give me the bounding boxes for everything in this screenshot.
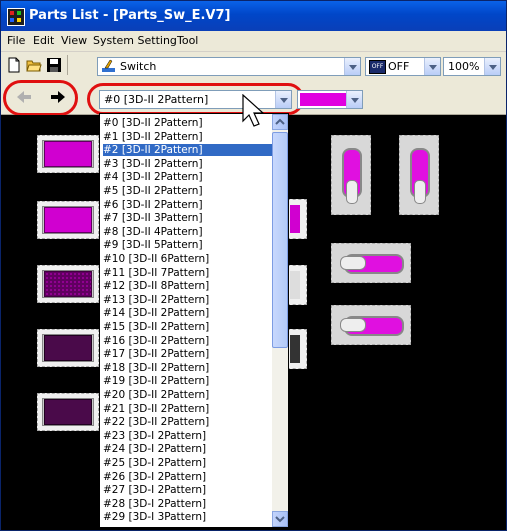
switch-part[interactable]	[37, 265, 99, 303]
new-file-icon[interactable]	[6, 57, 22, 73]
part-type-value: Switch	[120, 60, 157, 73]
pattern-list-item[interactable]: #25 [3D-I 2Pattern]	[103, 457, 273, 469]
switch-part[interactable]	[287, 329, 307, 369]
state-value: OFF	[388, 60, 410, 73]
scroll-thumb[interactable]	[272, 132, 288, 348]
nav-arrows-highlight	[3, 80, 78, 116]
pattern-list-item[interactable]: #13 [3D-II 2Pattern]	[103, 294, 273, 306]
toggle-part[interactable]	[331, 243, 411, 283]
pattern-list-item[interactable]: #19 [3D-II 2Pattern]	[103, 375, 273, 387]
color-dropdown-button[interactable]	[346, 91, 362, 108]
chevron-up-icon	[275, 118, 285, 125]
pattern-list-item[interactable]: #15 [3D-II 2Pattern]	[103, 321, 273, 333]
toggle-part[interactable]	[399, 135, 439, 215]
part-type-dropdown-button[interactable]	[344, 58, 360, 75]
pattern-list-item[interactable]: #4 [3D-II 2Pattern]	[103, 171, 273, 183]
switch-part[interactable]	[37, 135, 99, 173]
pattern-list-item[interactable]: #27 [3D-I 2Pattern]	[103, 484, 273, 496]
menu-tool[interactable]: Tool	[177, 34, 198, 47]
pattern-dropdown-list[interactable]: #0 [3D-II 2Pattern] #1 [3D-II 2Pattern] #2…	[99, 113, 289, 528]
toolbar-main: Switch OFF OFF 100%	[1, 52, 506, 79]
vertical-scrollbar[interactable]	[272, 114, 288, 527]
title-bar[interactable]: Parts List - [Parts_Sw_E.V7]	[1, 1, 506, 31]
pattern-list-item[interactable]: #26 [3D-I 2Pattern]	[103, 471, 273, 483]
state-combo[interactable]: OFF OFF	[365, 57, 441, 76]
pattern-list-item[interactable]: #3 [3D-II 2Pattern]	[103, 158, 273, 170]
pattern-list-item[interactable]: #23 [3D-I 2Pattern]	[103, 430, 273, 442]
pattern-list-item[interactable]: #5 [3D-II 2Pattern]	[103, 185, 273, 197]
scroll-down-button[interactable]	[272, 511, 288, 527]
pattern-combo-highlight	[87, 83, 304, 115]
switch-part[interactable]	[287, 265, 307, 305]
zoom-value: 100%	[448, 60, 480, 73]
menu-system-setting[interactable]: System Setting	[93, 34, 177, 47]
app-icon	[7, 8, 25, 26]
state-dropdown-button[interactable]	[424, 58, 440, 75]
color-combo[interactable]	[297, 90, 363, 109]
pattern-list-item[interactable]: #6 [3D-II 2Pattern]	[103, 199, 273, 211]
parts-list-window: Parts List - [Parts_Sw_E.V7] File Edit V…	[0, 0, 507, 531]
pattern-list-item[interactable]: #29 [3D-I 3Pattern]	[103, 511, 273, 523]
off-state-icon: OFF	[369, 60, 386, 74]
pattern-list-item[interactable]: #12 [3D-II 8Pattern]	[103, 280, 273, 292]
mouse-cursor-icon	[242, 94, 265, 127]
pattern-list-item[interactable]: #20 [3D-II 2Pattern]	[103, 389, 273, 401]
pattern-list-item[interactable]: #1 [3D-II 2Pattern]	[103, 131, 273, 143]
pattern-list-item[interactable]: #7 [3D-II 3Pattern]	[103, 212, 273, 224]
pattern-list-item[interactable]: #11 [3D-II 7Pattern]	[103, 267, 273, 279]
switch-part[interactable]	[287, 199, 307, 239]
zoom-dropdown-button[interactable]	[484, 58, 500, 75]
menu-view[interactable]: View	[61, 34, 87, 47]
pattern-list-item[interactable]: #17 [3D-II 2Pattern]	[103, 348, 273, 360]
pattern-list-item[interactable]: #24 [3D-I 2Pattern]	[103, 443, 273, 455]
save-icon[interactable]	[46, 57, 62, 73]
zoom-combo[interactable]: 100%	[443, 57, 501, 76]
menu-file[interactable]: File	[7, 34, 25, 47]
window-title: Parts List - [Parts_Sw_E.V7]	[29, 8, 231, 23]
pattern-list-item[interactable]: #21 [3D-II 2Pattern]	[103, 403, 273, 415]
toolbar-pattern: #0 [3D-II 2Pattern]	[1, 80, 506, 127]
menu-bar: File Edit View System Setting Tool	[1, 31, 506, 52]
pattern-list-item[interactable]: #18 [3D-II 2Pattern]	[103, 362, 273, 374]
chevron-down-icon	[275, 516, 285, 523]
pattern-list-item[interactable]: #10 [3D-II 6Pattern]	[103, 253, 273, 265]
color-swatch	[300, 93, 346, 106]
toolbar-separator	[67, 55, 68, 75]
scroll-up-button[interactable]	[272, 114, 288, 130]
menu-edit[interactable]: Edit	[33, 34, 54, 47]
pattern-list-item[interactable]: #16 [3D-II 2Pattern]	[103, 335, 273, 347]
pattern-list-item[interactable]: #9 [3D-II 5Pattern]	[103, 239, 273, 251]
toggle-part[interactable]	[331, 305, 411, 345]
switch-part[interactable]	[37, 393, 99, 431]
pattern-list-item[interactable]: #2 [3D-II 2Pattern]	[103, 144, 273, 157]
pattern-list-item[interactable]: #8 [3D-II 4Pattern]	[103, 226, 273, 238]
switch-part[interactable]	[37, 201, 99, 239]
open-folder-icon[interactable]	[26, 57, 42, 73]
switch-icon	[102, 59, 115, 72]
part-type-combo[interactable]: Switch	[97, 57, 361, 76]
toggle-part[interactable]	[331, 135, 371, 215]
switch-part[interactable]	[37, 329, 99, 367]
pattern-list-item[interactable]: #22 [3D-II 2Pattern]	[103, 416, 273, 428]
pattern-list-item[interactable]: #28 [3D-I 2Pattern]	[103, 498, 273, 510]
pattern-list-item[interactable]: #14 [3D-II 2Pattern]	[103, 307, 273, 319]
